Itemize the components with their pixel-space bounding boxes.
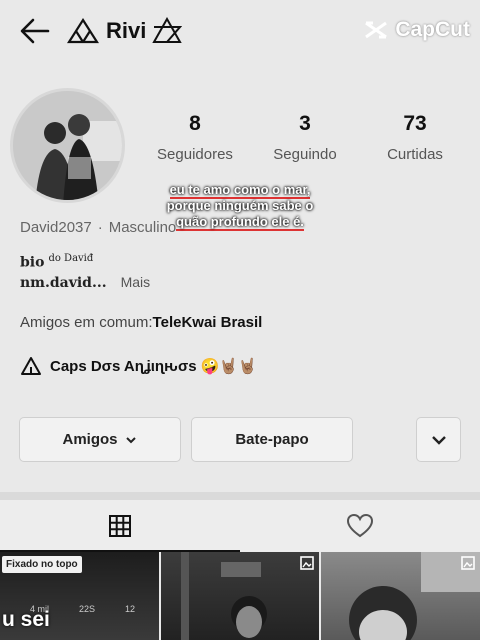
thumbnail-stat: 22S [79,604,96,614]
video-thumbnail[interactable]: Fixado no topo 4 mil 22S 12 u sei [0,552,159,640]
chat-button-label: Bate-papo [235,431,309,448]
heart-icon [346,513,374,538]
mutual-prefix: Amigos em comum: [20,314,153,331]
group-link[interactable]: Caps Dσs Aɳʝιɳԋσѕ 🤪🤘🏽🤘🏽 [20,356,257,376]
friends-button-label: Amigos [62,431,118,448]
multi-photo-icon [461,556,475,570]
group-name: Caps Dσs Aɳʝιɳԋσѕ 🤪🤘🏽🤘🏽 [50,358,257,375]
grid-icon [109,515,131,537]
profile-stats: 8 Seguidores 3 Seguindo 73 Curtidas [140,112,470,163]
followers-stat[interactable]: 8 Seguidores [140,112,250,163]
expand-suggestions-button[interactable] [416,417,461,462]
likes-label: Curtidas [387,146,443,163]
thumbnail-image [349,552,480,640]
thumbnail-stat: 12 [125,604,136,614]
bio-title: bio [20,254,45,271]
tab-liked[interactable] [240,500,480,552]
following-label: Seguindo [273,146,337,163]
tab-videos[interactable] [0,500,240,552]
bio-more-link[interactable]: Mais [121,274,151,290]
content-tabs [0,500,480,552]
caption-line-1: eu te amo como o mar, [169,182,311,199]
pinned-badge: Fixado no topo [2,556,82,573]
video-thumbnail[interactable] [160,552,320,640]
likes-count: 73 [403,112,427,135]
chevron-down-icon [431,435,446,445]
separator-dot: · [97,219,103,236]
video-grid: Fixado no topo 4 mil 22S 12 u sei [0,552,480,640]
capcut-logo-icon [365,21,388,39]
likes-stat[interactable]: 73 Curtidas [360,112,470,163]
followers-count: 8 [189,112,201,135]
back-arrow-icon[interactable] [18,14,52,48]
friends-button[interactable]: Amigos [19,417,181,462]
caption-line-3: quão profundo ele é. [176,214,304,231]
mutual-name: TeleKwai Brasil [152,314,263,331]
bio-subtitle: do Daviđ [48,253,94,264]
thumbnail-image [180,552,267,640]
triangle-logo-icon-right [152,17,183,43]
profile-title: Rivi [66,15,183,47]
username: David2037 [20,219,92,236]
caption-line-2: porque ninguém sabe o [166,198,314,213]
avatar-photo [13,91,122,200]
chevron-down-icon [125,436,136,443]
tent-icon [21,357,41,375]
following-stat[interactable]: 3 Seguindo [250,112,360,163]
bio-handle: nm.david... [20,275,107,291]
triangle-logo-icon [66,17,100,44]
avatar[interactable] [10,88,125,203]
capcut-label: CapCut [395,18,470,41]
profile-name: Rivi [106,18,147,43]
bio-line: bio do Daviđ [20,253,93,270]
capcut-watermark: CapCut [363,18,470,42]
followers-label: Seguidores [157,146,233,163]
multi-photo-icon [300,556,315,570]
bio-handle-line: nm.david... Mais [20,274,150,291]
chat-button[interactable]: Bate-papo [191,417,353,462]
top-bar: Rivi CapCut [0,0,480,62]
thumbnail-caption: u sei [2,608,50,631]
following-count: 3 [299,112,311,135]
mutual-friends[interactable]: Amigos em comum:TeleKwai Brasil [20,314,262,331]
section-divider [0,492,480,500]
video-thumbnail[interactable] [321,552,480,640]
video-caption-overlay: eu te amo como o mar, porque ninguém sab… [150,182,330,231]
